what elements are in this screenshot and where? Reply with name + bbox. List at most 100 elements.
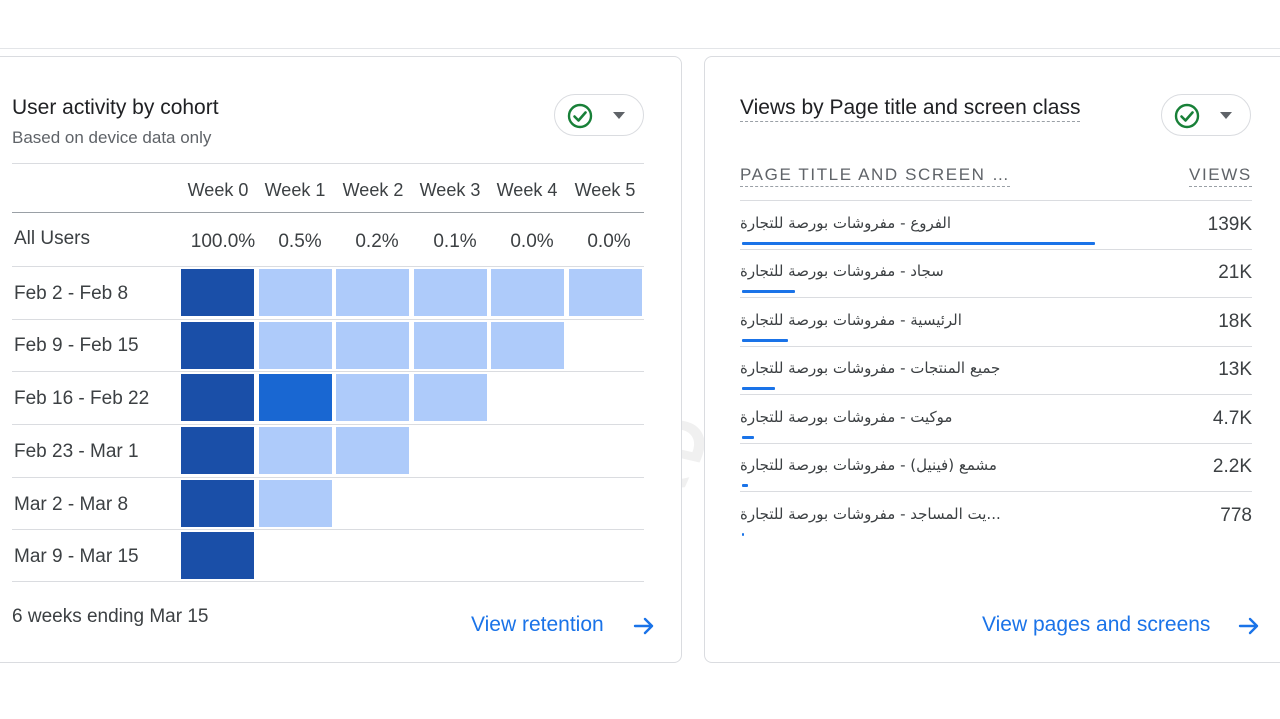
col-views-header[interactable]: VIEWS bbox=[1189, 165, 1252, 187]
col-page-title-header[interactable]: PAGE TITLE AND SCREEN … bbox=[740, 165, 1011, 187]
cohort-footer: 6 weeks ending Mar 15 bbox=[12, 606, 209, 627]
views-bar bbox=[742, 484, 748, 487]
pages-card-title[interactable]: Views by Page title and screen class bbox=[740, 96, 1081, 122]
views-cell: 21K bbox=[1218, 262, 1252, 283]
top-divider bbox=[0, 48, 1280, 49]
week-header: Week 4 bbox=[496, 180, 558, 200]
week-header: Week 5 bbox=[574, 180, 636, 200]
week-header: Week 3 bbox=[419, 180, 481, 200]
all-users-label: All Users bbox=[14, 228, 91, 249]
row-divider bbox=[740, 394, 1252, 395]
cohort-cell[interactable] bbox=[491, 269, 564, 316]
view-retention-label: View retention bbox=[471, 613, 604, 636]
all-users-value: 0.2% bbox=[355, 231, 399, 252]
view-pages-and-screens-link[interactable]: View pages and screens bbox=[982, 613, 1262, 637]
table-row: ...يت المساجد - مفروشات بورصة للتجارة 77… bbox=[740, 495, 1252, 543]
all-users-value: 0.0% bbox=[510, 231, 554, 252]
page-title-cell: سجاد - مفروشات بورصة للتجارة bbox=[740, 262, 944, 280]
chevron-down-icon bbox=[1220, 112, 1232, 119]
row-divider bbox=[740, 443, 1252, 444]
row-divider bbox=[740, 491, 1252, 492]
cohort-row-label: Feb 16 - Feb 22 bbox=[14, 388, 150, 409]
cohort-row-label: Feb 9 - Feb 15 bbox=[14, 335, 139, 356]
views-cell: 4.7K bbox=[1212, 408, 1252, 429]
header-divider bbox=[740, 200, 1252, 201]
view-pages-label: View pages and screens bbox=[982, 613, 1211, 636]
views-bar bbox=[742, 436, 754, 439]
cohort-card-subtitle: Based on device data only bbox=[12, 128, 212, 147]
page-title-cell: جميع المنتجات - مفروشات بورصة للتجارة bbox=[740, 359, 1001, 377]
page-title-cell: مشمع (فينيل) - مفروشات بورصة للتجارة bbox=[740, 456, 997, 474]
header-divider bbox=[12, 212, 644, 213]
cohort-cell[interactable] bbox=[181, 322, 254, 369]
page-title-cell: موكيت - مفروشات بورصة للتجارة bbox=[740, 408, 953, 426]
views-cell: 139K bbox=[1207, 214, 1252, 235]
row-divider bbox=[12, 529, 644, 530]
cohort-card-title: User activity by cohort bbox=[12, 96, 219, 119]
row-divider bbox=[12, 371, 644, 372]
cohort-cell[interactable] bbox=[336, 374, 409, 421]
table-row: جميع المنتجات - مفروشات بورصة للتجارة 13… bbox=[740, 349, 1252, 397]
cohort-row-label: Feb 23 - Mar 1 bbox=[14, 441, 139, 462]
views-bar bbox=[742, 290, 795, 293]
all-users-value: 0.1% bbox=[433, 231, 477, 252]
view-retention-link[interactable]: View retention bbox=[471, 613, 656, 637]
views-cell: 2.2K bbox=[1212, 456, 1252, 477]
cohort-cell[interactable] bbox=[336, 322, 409, 369]
table-row: الرئيسية - مفروشات بورصة للتجارة 18K bbox=[740, 301, 1252, 349]
all-users-value: 0.5% bbox=[278, 231, 322, 252]
arrow-right-icon bbox=[633, 617, 654, 635]
table-row: مشمع (فينيل) - مفروشات بورصة للتجارة 2.2… bbox=[740, 446, 1252, 494]
row-divider bbox=[740, 249, 1252, 250]
arrow-right-icon bbox=[1238, 617, 1259, 635]
all-users-value: 0.0% bbox=[587, 231, 631, 252]
page-title-cell: الفروع - مفروشات بورصة للتجارة bbox=[740, 214, 952, 232]
page-title-cell: الرئيسية - مفروشات بورصة للتجارة bbox=[740, 311, 962, 329]
week-header: Week 2 bbox=[342, 180, 404, 200]
row-divider bbox=[12, 266, 644, 267]
cohort-cell[interactable] bbox=[414, 322, 487, 369]
page-title-cell: ...يت المساجد - مفروشات بورصة للتجارة bbox=[740, 505, 1001, 523]
cohort-cell[interactable] bbox=[336, 269, 409, 316]
views-cell: 778 bbox=[1220, 505, 1252, 526]
views-bar bbox=[742, 387, 775, 390]
cohort-cell[interactable] bbox=[414, 269, 487, 316]
cohort-cell[interactable] bbox=[181, 532, 254, 579]
chevron-down-icon bbox=[613, 112, 625, 119]
cohort-cell[interactable] bbox=[259, 427, 332, 474]
views-cell: 13K bbox=[1218, 359, 1252, 380]
views-bar bbox=[742, 242, 1095, 245]
cohort-row-label: Mar 2 - Mar 8 bbox=[14, 494, 129, 515]
all-users-value: 100.0% bbox=[190, 231, 256, 252]
cohort-cell[interactable] bbox=[181, 480, 254, 527]
cohort-cell[interactable] bbox=[336, 427, 409, 474]
check-circle-icon bbox=[1174, 103, 1200, 129]
cohort-cell[interactable] bbox=[259, 480, 332, 527]
pages-status-menu[interactable] bbox=[1161, 94, 1251, 136]
check-circle-icon bbox=[567, 103, 593, 129]
cohort-cell[interactable] bbox=[569, 269, 642, 316]
cohort-cell[interactable] bbox=[259, 269, 332, 316]
row-divider bbox=[740, 346, 1252, 347]
cohort-cell[interactable] bbox=[414, 374, 487, 421]
row-divider bbox=[12, 581, 644, 582]
cohort-row-label: Mar 9 - Mar 15 bbox=[14, 546, 139, 567]
cohort-row-label: Feb 2 - Feb 8 bbox=[14, 283, 129, 304]
week-header: Week 1 bbox=[264, 180, 326, 200]
row-divider bbox=[740, 297, 1252, 298]
week-header: Week 0 bbox=[187, 180, 249, 200]
cohort-cell[interactable] bbox=[259, 374, 332, 421]
table-row: سجاد - مفروشات بورصة للتجارة 21K bbox=[740, 252, 1252, 300]
row-divider bbox=[12, 424, 644, 425]
table-row: موكيت - مفروشات بورصة للتجارة 4.7K bbox=[740, 398, 1252, 446]
cohort-cell[interactable] bbox=[491, 322, 564, 369]
views-bar bbox=[742, 533, 744, 536]
cohort-cell[interactable] bbox=[181, 374, 254, 421]
views-bar bbox=[742, 339, 788, 342]
row-divider bbox=[12, 319, 644, 320]
cohort-status-menu[interactable] bbox=[554, 94, 644, 136]
cohort-cell[interactable] bbox=[181, 427, 254, 474]
cohort-cell[interactable] bbox=[181, 269, 254, 316]
cohort-cell[interactable] bbox=[259, 322, 332, 369]
row-divider bbox=[12, 477, 644, 478]
